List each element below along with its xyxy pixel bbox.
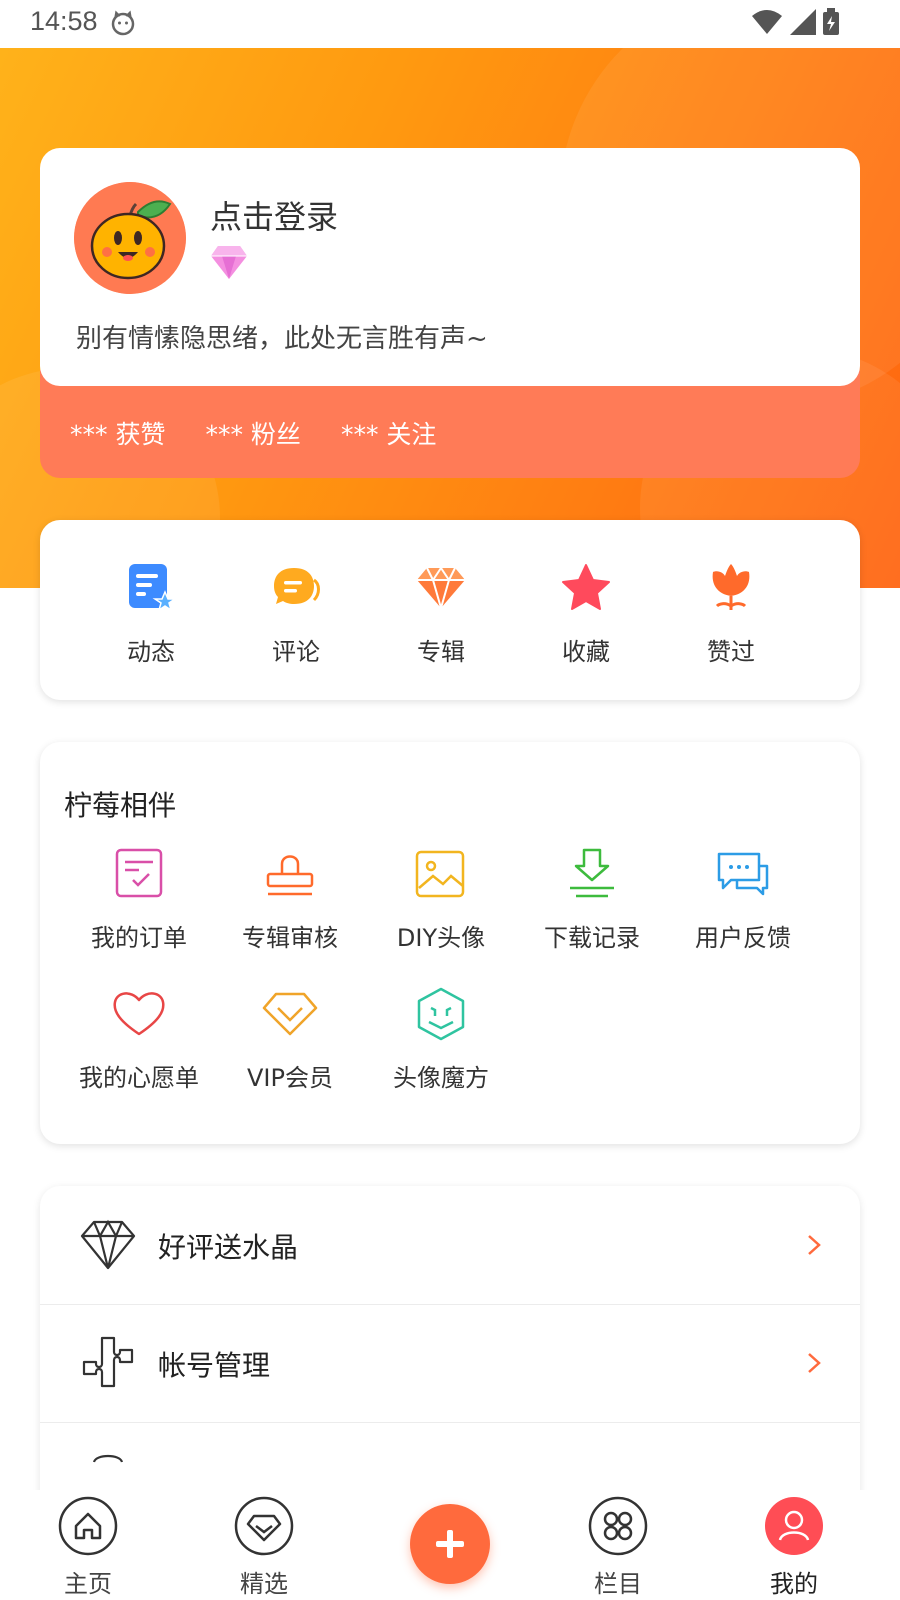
- service-download-history[interactable]: 下载记录: [517, 846, 667, 953]
- quick-actions-card: 动态 评论 专辑 收藏 赞过: [40, 520, 860, 700]
- services-title: 柠莓相伴: [64, 789, 177, 822]
- category-icon: [588, 1496, 648, 1556]
- service-wishlist[interactable]: 我的心愿单: [64, 986, 214, 1093]
- comment-icon: [274, 568, 320, 604]
- nav-mine[interactable]: 我的: [734, 1496, 854, 1599]
- account-icon: [82, 1336, 134, 1388]
- stat-likes[interactable]: *** 获赞: [70, 415, 165, 451]
- list-item-account-management[interactable]: 帐号管理: [40, 1304, 860, 1424]
- diamond-badge-icon: [211, 246, 247, 279]
- home-icon: [58, 1496, 118, 1556]
- signal-icon: [790, 9, 816, 35]
- crystal-icon: [80, 1219, 136, 1270]
- profile-card[interactable]: 点击登录 别有情愫隐思绪，此处无言胜有声~: [40, 148, 860, 386]
- quick-action-favorite[interactable]: 收藏: [531, 562, 641, 667]
- services-card: 柠莓相伴 我的订单 专辑审核 DIY头像 下载记录 用户反馈 我的心愿单 VIP…: [40, 742, 860, 1144]
- status-bar: 14:58: [0, 0, 900, 48]
- profile-stats-bar: *** 获赞 *** 粉丝 *** 关注: [40, 370, 860, 478]
- vip-diamond-icon: [262, 992, 318, 1036]
- heart-icon: [113, 992, 165, 1036]
- download-icon: [570, 848, 614, 898]
- notification-cat-icon: [111, 10, 135, 36]
- user-icon: [765, 1497, 823, 1555]
- service-avatar-cube[interactable]: 头像魔方: [366, 986, 516, 1093]
- order-icon: [115, 848, 163, 898]
- quick-action-liked[interactable]: 赞过: [676, 562, 786, 667]
- nav-featured[interactable]: 精选: [204, 1496, 324, 1599]
- list-item-good-review-crystal[interactable]: 好评送水晶: [40, 1186, 860, 1306]
- status-time: 14:58: [30, 6, 98, 36]
- avatar[interactable]: [74, 182, 186, 294]
- settings-list: 好评送水晶 帐号管理: [40, 1186, 860, 1506]
- profile-motto: 别有情愫隐思绪，此处无言胜有声~: [76, 324, 488, 354]
- star-icon: [562, 564, 610, 610]
- service-album-review[interactable]: 专辑审核: [215, 846, 365, 953]
- service-my-orders[interactable]: 我的订单: [64, 846, 214, 953]
- quick-action-comment[interactable]: 评论: [241, 562, 351, 667]
- feedback-icon: [717, 852, 769, 896]
- quick-action-album[interactable]: 专辑: [386, 562, 496, 667]
- plus-icon: [436, 1530, 464, 1558]
- bottom-navigation: 主页 精选 栏目 我的: [0, 1490, 900, 1600]
- nav-home[interactable]: 主页: [28, 1496, 148, 1599]
- status-icons: [752, 8, 840, 36]
- quick-action-dynamic[interactable]: 动态: [96, 562, 206, 667]
- stat-fans[interactable]: *** 粉丝: [205, 415, 300, 451]
- service-vip[interactable]: VIP会员: [215, 986, 365, 1093]
- chevron-right-icon: [808, 1353, 821, 1373]
- add-button[interactable]: [410, 1504, 490, 1584]
- dynamic-icon: [129, 564, 178, 612]
- tulip-icon: [712, 564, 750, 610]
- wifi-icon: [752, 10, 782, 34]
- nav-category[interactable]: 栏目: [558, 1496, 678, 1599]
- service-feedback[interactable]: 用户反馈: [668, 846, 818, 953]
- service-diy-avatar[interactable]: DIY头像: [366, 846, 516, 953]
- chevron-right-icon: [808, 1235, 821, 1255]
- stat-following[interactable]: *** 关注: [341, 415, 436, 451]
- album-icon: [417, 566, 465, 612]
- image-icon: [415, 850, 465, 898]
- featured-icon: [234, 1496, 294, 1556]
- login-prompt[interactable]: 点击登录: [210, 192, 338, 238]
- stamp-icon: [266, 855, 314, 896]
- battery-icon: [823, 8, 839, 35]
- cube-icon: [417, 987, 465, 1041]
